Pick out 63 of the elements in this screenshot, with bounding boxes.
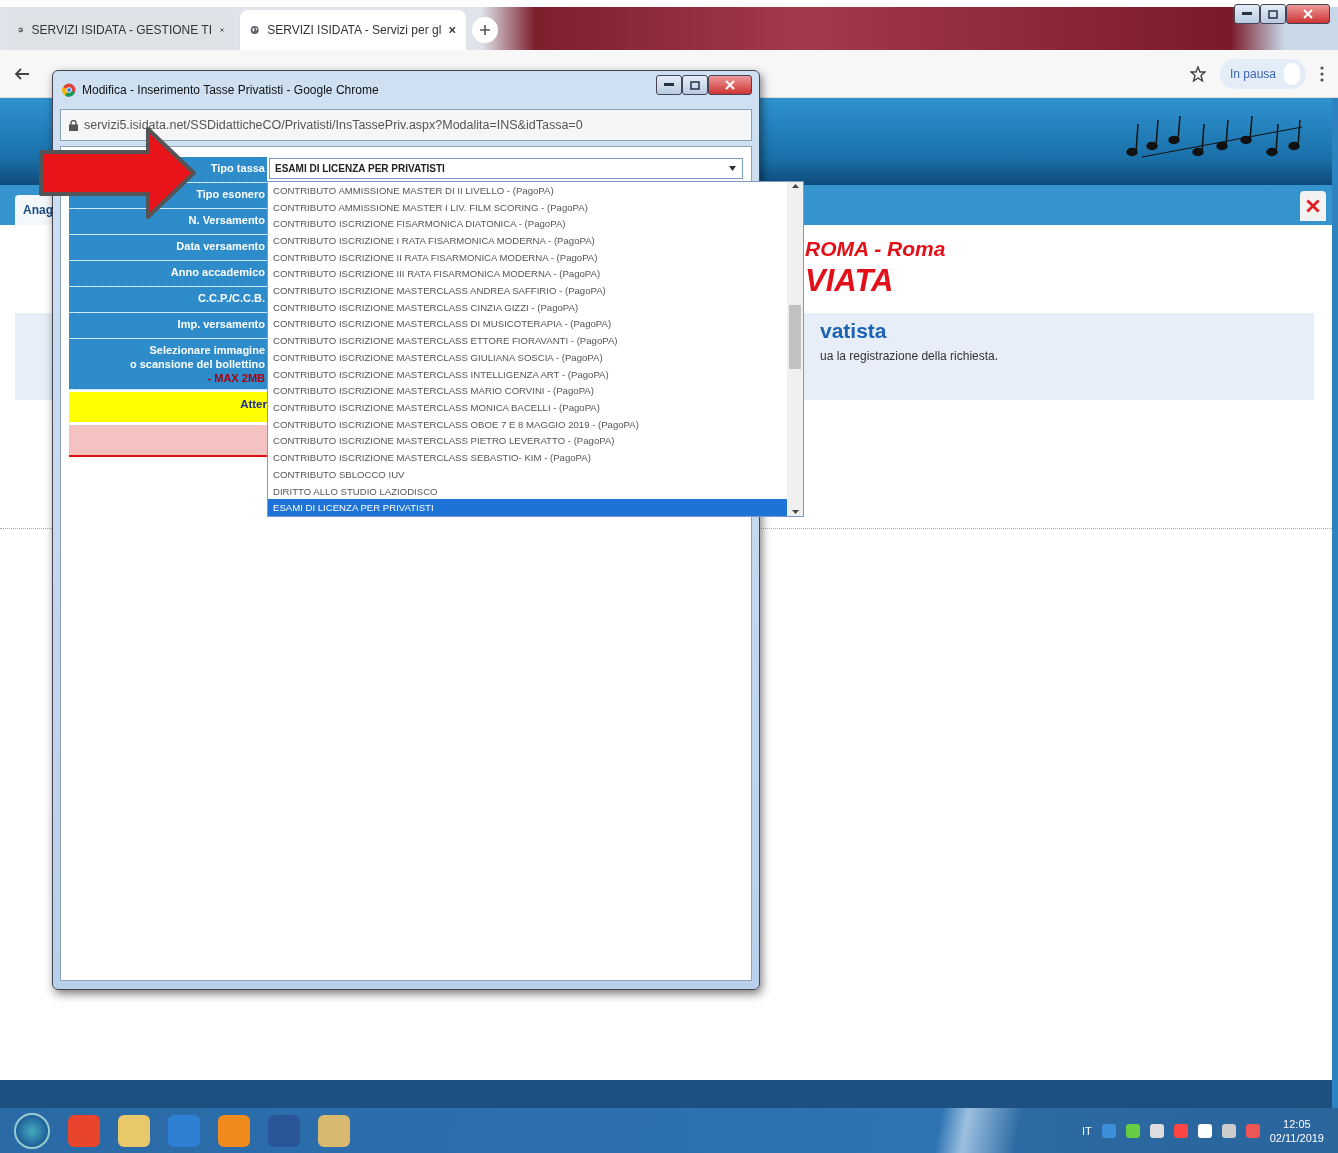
scroll-up-icon [791,182,799,190]
close-icon [449,25,456,35]
window-title: Modifica - Inserimento Tasse Privatisti - Google Chrome [82,83,380,97]
scroll-down-icon [791,508,799,516]
close-icon [220,25,224,35]
new-tab-button[interactable] [472,17,498,43]
lock-icon [69,119,78,131]
profile-button[interactable]: In pausa [1219,58,1306,89]
field-label: Imp. versamento [177,318,265,330]
minimize-icon [1242,12,1252,16]
close-icon [725,80,735,90]
close-button[interactable] [1300,191,1326,221]
clock[interactable]: 12:05 02/11/2019 [1269,1117,1324,1144]
institution-heading: ROMA - Roma [805,237,946,261]
field-label: Anno accademico [170,266,265,278]
menu-button[interactable] [1320,65,1324,82]
maximize-icon [1268,9,1278,19]
size-limit-note: - MAX 2MB [207,372,265,384]
tax-type-select[interactable]: ESAMI DI LICENZA PER PRIVATISTI [269,158,743,179]
field-label: o scansione del bollettino [129,358,265,370]
menu-icon [1320,65,1324,82]
scrollbar[interactable] [787,182,803,516]
close-button[interactable] [708,75,752,95]
tray-icon[interactable] [1197,1123,1212,1138]
panel-text: ua la registrazione della richiesta. [820,349,1000,363]
taskbar-icon[interactable] [318,1114,350,1147]
tray-icon[interactable] [1125,1123,1140,1138]
field-label: N. Versamento [188,214,265,226]
browser-logo-icon [62,83,76,97]
star-icon [1189,65,1206,82]
back-arrow-icon [14,66,30,81]
start-button[interactable] [14,1112,50,1149]
maximize-button[interactable] [1260,4,1286,24]
maximize-button[interactable] [682,75,708,95]
dropdown-option[interactable]: ESAMI DI LICENZA PER PRIVATISTI [268,499,787,517]
close-icon [1303,9,1313,19]
browser-tab[interactable]: SERVIZI ISIDATA - Servizi per gl [240,10,466,50]
field-label: Data versamento [176,240,265,252]
minimize-icon [664,83,674,87]
browser-tab[interactable]: SERVIZI ISIDATA - GESTIONE TI [8,10,234,50]
back-button[interactable] [14,66,30,81]
avatar-icon [1284,62,1300,85]
taskbar-icon[interactable] [118,1114,150,1147]
close-button[interactable] [1286,4,1330,24]
language-indicator[interactable]: IT [1081,1124,1092,1137]
plus-icon [479,24,491,36]
taskbar-icon[interactable] [218,1114,250,1147]
caret-icon [729,166,736,171]
scrollbar-thumb[interactable] [789,305,801,369]
field-label: C.C.P./C.C.B. [197,292,265,304]
tray-icon[interactable] [1221,1123,1236,1138]
minimize-button[interactable] [1234,4,1260,24]
field-label: Tipo esonero [196,188,265,200]
field-label: Selezionare immagine [149,344,265,356]
tray-icon[interactable] [1149,1123,1164,1138]
field-label: Tipo tassa [210,162,265,174]
page-title: VIATA [805,263,894,299]
panel-title: vatista [820,319,888,343]
bookmark-button[interactable] [1189,65,1206,82]
minimize-button[interactable] [656,75,682,95]
maximize-icon [690,80,700,90]
address-field[interactable]: servizi5.isidata.net/SSDidatticheCO/Privatisti/InsTassePriv.aspx?Modalita=INS&idTassa=0 [60,109,752,141]
close-icon [1306,199,1320,213]
